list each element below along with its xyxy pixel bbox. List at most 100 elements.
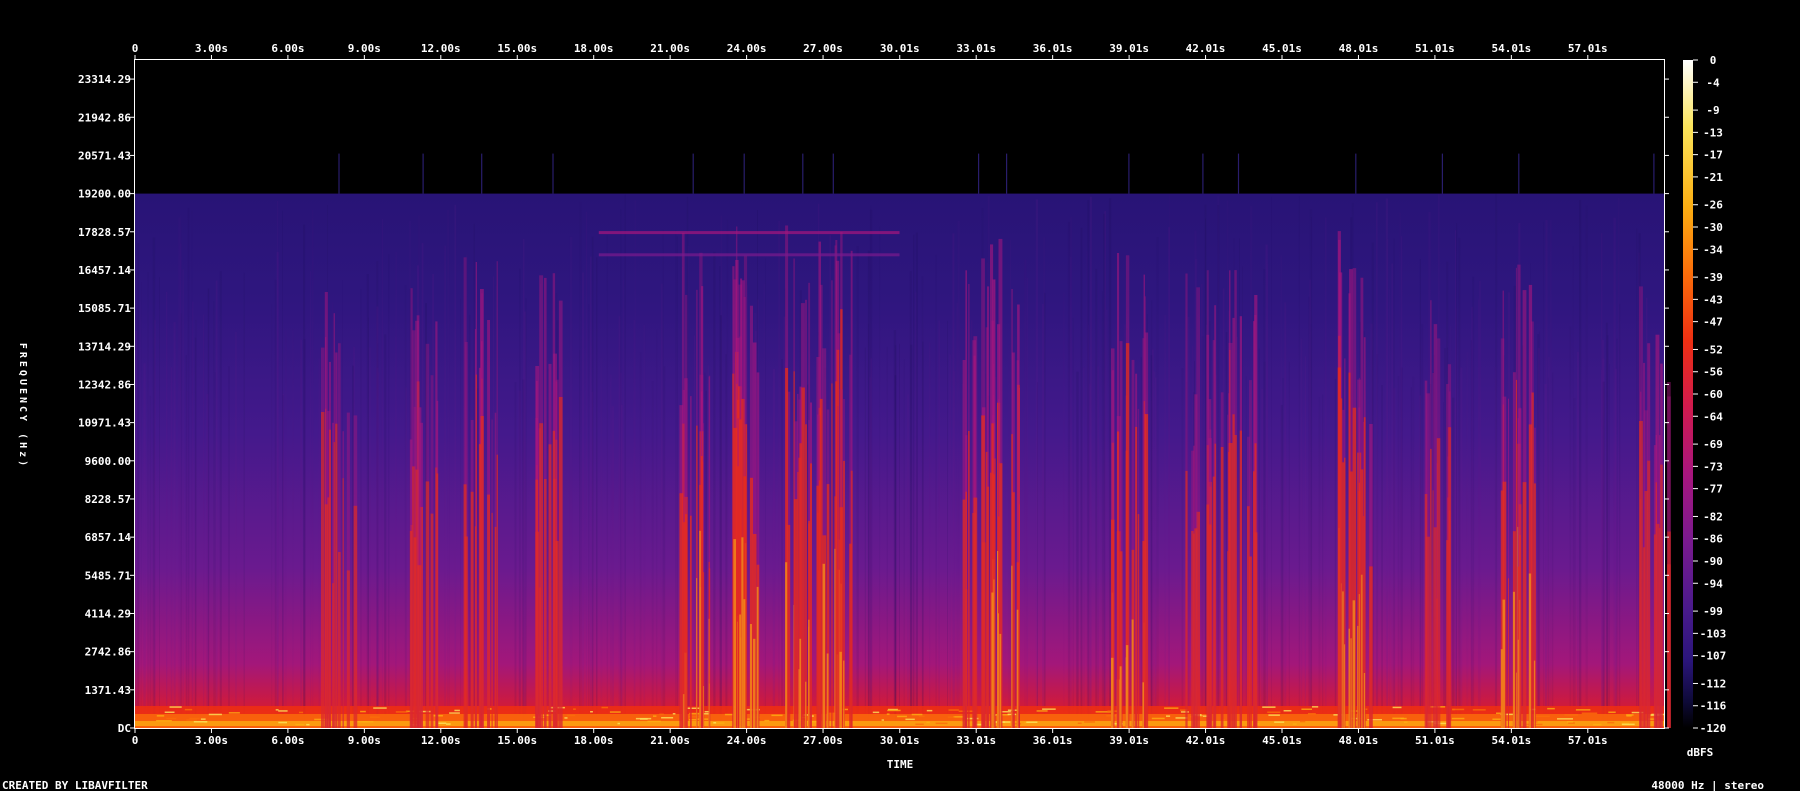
- y-tick-label: 4114.29: [85, 607, 131, 620]
- event-streak-red: [1206, 504, 1210, 728]
- event-streak-yellow: [785, 562, 788, 728]
- event-streak-yellow: [1512, 591, 1515, 728]
- event-ultrasonic-spike: [1518, 153, 1520, 194]
- event-streak-red: [1194, 528, 1198, 728]
- texture-streak: [352, 365, 354, 728]
- colorbar-tick-label: -4: [1706, 76, 1720, 89]
- event-streak-red: [1436, 438, 1441, 728]
- event-streak-yellow: [696, 578, 698, 728]
- floor-harmonic: [659, 713, 664, 716]
- y-tick-label: 19200.00: [78, 188, 131, 201]
- x-tick-label-top: 0: [132, 42, 139, 55]
- spectrogram-plot: [135, 60, 1671, 729]
- floor-harmonic: [433, 715, 443, 717]
- texture-streak: [476, 388, 479, 728]
- event-streak-yellow: [1515, 672, 1517, 728]
- tonal-line: [598, 231, 900, 235]
- x-tick-label-bottom: 57.01s: [1568, 734, 1608, 747]
- y-tick-label: 20571.43: [78, 149, 131, 162]
- texture-streak: [1376, 202, 1378, 729]
- texture-streak: [894, 375, 897, 728]
- colorbar-tick-label: -77: [1703, 483, 1723, 496]
- x-tick-label-bottom: 33.01s: [956, 734, 996, 747]
- texture-streak: [643, 324, 646, 728]
- x-tick-label-bottom: 3.00s: [195, 734, 228, 747]
- texture-streak: [514, 382, 517, 728]
- texture-streak: [656, 329, 658, 728]
- y-tick-label: 23314.29: [78, 73, 131, 86]
- event-streak-yellow: [799, 638, 802, 728]
- colorbar-tick-label: -69: [1703, 438, 1723, 451]
- event-streak-red: [463, 484, 467, 728]
- texture-streak: [778, 221, 780, 728]
- floor-harmonic: [1564, 714, 1578, 716]
- texture-streak: [1579, 199, 1582, 728]
- texture-streak: [675, 230, 677, 729]
- floor-harmonic: [1166, 715, 1171, 717]
- texture-streak: [763, 283, 765, 728]
- texture-streak: [285, 331, 287, 728]
- x-tick-label-top: 48.01s: [1339, 42, 1379, 55]
- floor-harmonic: [449, 712, 460, 714]
- event-ultrasonic-spike: [1128, 153, 1130, 194]
- texture-streak: [781, 359, 783, 728]
- texture-streak: [913, 234, 915, 729]
- texture-streak: [310, 271, 312, 728]
- event-streak-yellow: [805, 681, 807, 728]
- event-streak-yellow: [822, 563, 825, 728]
- event-streak-red: [552, 430, 556, 728]
- y-tick-label: 12342.86: [78, 378, 131, 391]
- texture-streak: [518, 390, 521, 728]
- floor-harmonic: [156, 715, 165, 717]
- texture-streak: [405, 387, 407, 728]
- event-streak-yellow: [1131, 619, 1134, 728]
- event-streak-red: [810, 463, 812, 728]
- texture-streak: [1280, 404, 1283, 728]
- event-streak-red: [346, 570, 350, 728]
- event-streak-red: [328, 429, 331, 728]
- event-streak-red: [1239, 430, 1242, 728]
- y-tick-label: 9600.00: [85, 455, 131, 468]
- event-ultrasonic-spike: [1202, 153, 1204, 194]
- texture-streak: [1080, 227, 1083, 729]
- floor-harmonic: [771, 714, 783, 717]
- texture-streak: [292, 329, 294, 728]
- texture-streak: [1552, 372, 1554, 728]
- texture-streak: [360, 289, 362, 728]
- floor-harmonic: [617, 722, 620, 725]
- event-streak-red: [1647, 460, 1651, 728]
- event-streak-red: [793, 499, 798, 728]
- texture-streak: [713, 251, 716, 728]
- x-tick-label-bottom: 21.00s: [650, 734, 690, 747]
- texture-streak: [1164, 314, 1166, 728]
- colorbar-tick-label: -116: [1700, 700, 1727, 713]
- event-streak-red: [430, 513, 434, 728]
- floor-harmonic: [1274, 721, 1285, 723]
- colorbar-tick-label: -90: [1703, 555, 1723, 568]
- texture-streak: [907, 394, 909, 728]
- texture-streak: [1577, 351, 1579, 728]
- x-tick-label-bottom: 12.00s: [421, 734, 461, 747]
- x-tick-label-top: 39.01s: [1109, 42, 1149, 55]
- event-ultrasonic-spike: [1441, 153, 1443, 194]
- texture-streak: [170, 367, 173, 728]
- texture-streak: [1108, 198, 1112, 729]
- event-streak-yellow: [756, 586, 759, 728]
- event-streak-red: [491, 512, 493, 728]
- floor-harmonic: [1268, 714, 1280, 716]
- event-streak-red: [324, 504, 328, 728]
- x-tick-label-top: 3.00s: [195, 42, 228, 55]
- texture-streak: [547, 368, 549, 728]
- texture-streak: [772, 369, 776, 728]
- texture-streak: [1308, 296, 1310, 728]
- y-tick-label: 2742.86: [85, 646, 132, 659]
- x-tick-label-top: 21.00s: [650, 42, 690, 55]
- floor-harmonic: [710, 722, 725, 724]
- event-streak-red: [1228, 443, 1233, 728]
- floor-harmonic: [1036, 710, 1048, 712]
- colorbar-tick-label: -9: [1706, 104, 1719, 117]
- texture-streak: [1271, 196, 1272, 729]
- event-streak-red: [1519, 535, 1521, 728]
- texture-streak: [971, 320, 973, 728]
- event-streak-red: [1369, 566, 1373, 728]
